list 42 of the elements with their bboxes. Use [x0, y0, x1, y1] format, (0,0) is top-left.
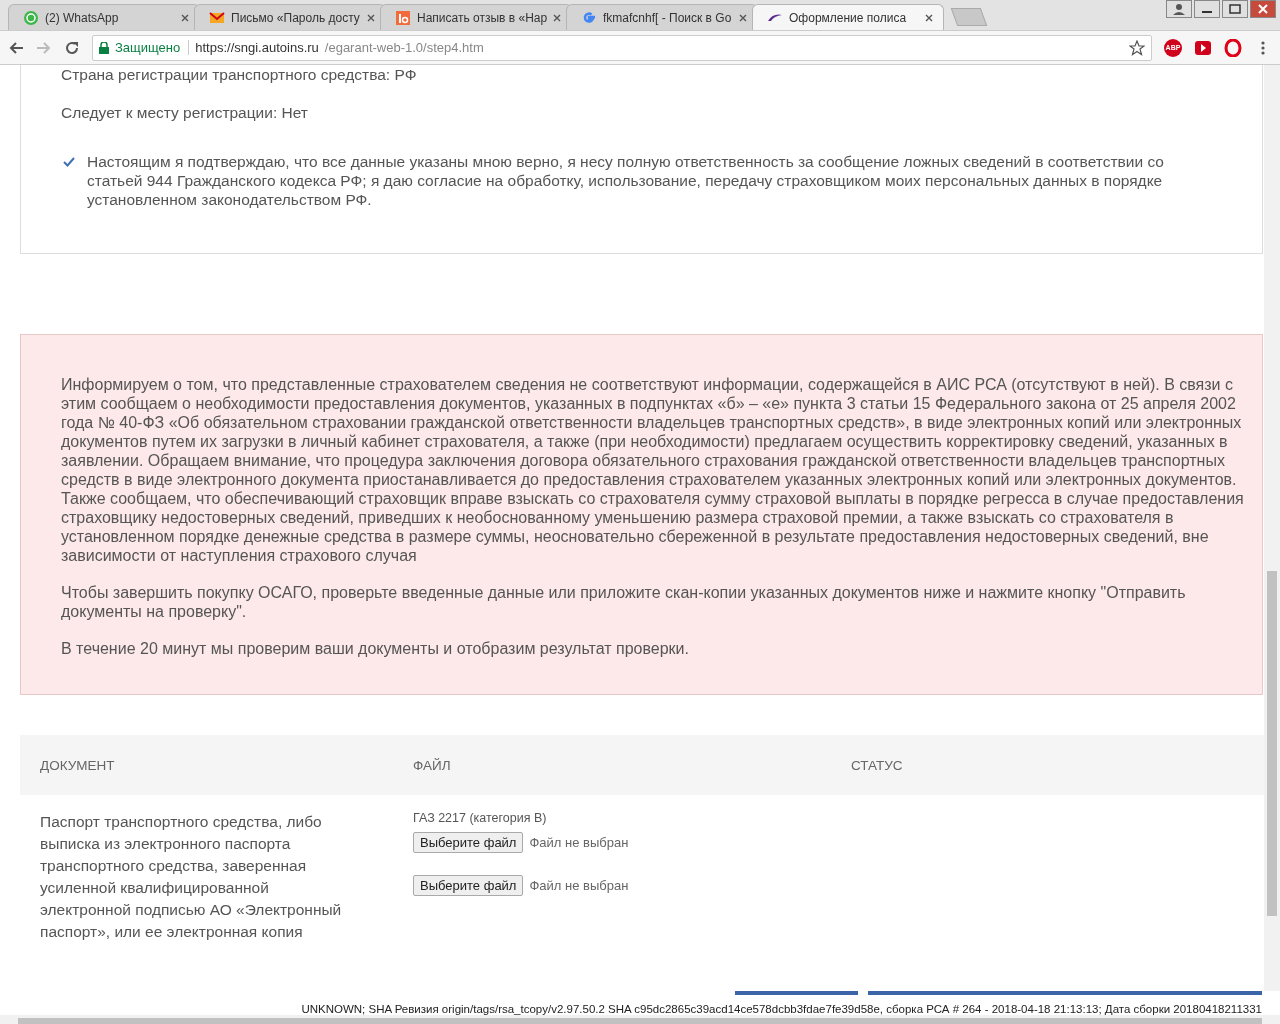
reload-icon[interactable] — [64, 39, 80, 56]
close-icon[interactable] — [181, 13, 189, 22]
close-icon[interactable] — [367, 13, 375, 22]
ring-icon[interactable] — [1224, 38, 1242, 57]
build-info: UNKNOWN; SHA Ревизия origin/tags/rsa_tcopy/v2.97.50.2 SHA c95dc2865c39acd14ce578dcbb3fdae7fe39d58e, сборка РСА # 264 - 2018-04-18 21:13:13; Дата сборки 20180418211331 — [301, 1003, 1262, 1015]
file-status: Файл не выбран — [529, 835, 629, 850]
letter-icon — [395, 9, 411, 26]
column-header: СТАТУС — [850, 757, 904, 773]
choose-file-button[interactable]: Выберите файл — [413, 832, 524, 853]
scroll-thumb[interactable] — [1267, 571, 1277, 916]
user-icon[interactable] — [1166, 0, 1192, 18]
alert-paragraph: Информируем о том, что представленные страхователем сведения не соответствуют информации, содержащейся в АИС РСА (отсутствуют в ней). В связи с этим сообщаем о необходимости предоставления документов, указанных в подпунктах «б» – «е» пункта 3 статьи 15 Федерального закона от 25 апреля 2002 года № 40-ФЗ «Об обязательном страховании гражданской ответственности владельцев транспортных средств», в виде электронных копий или электронных документов путем их загрузки в личный кабинет страхователя, а также (при необходимости) предлагаем осуществить корректировку сведений, указанных в заявлении. Обращаем внимание, что процедура заключения договора обязательного страхования гражданской ответственности владельцев транспортных средств в виде электронного документа приостанавливается до предоставления страхователем указанных электронных копий или электронных документов. Также сообщаем, что обеспечивающий страховщик вправе взыскать со страхователя сумму страховой выплаты в порядке регресса в случае предоставления страховщику недостоверных сведений, приведших к необоснованному уменьшению размера страховой премии, а также взыскать со страхователя в установленном порядке денежные средства в размере суммы, неосновательно сбереженной в результате предоставления недостоверных сведений, вне зависимости от наступления страхового случая — [61, 375, 1245, 565]
document-name: Паспорт транспортного средства, либо выписка из электронного паспорта транспортного средства, заверенная усиленной квалифицированной электронной подписью АО «Электронный паспорт», или ее электронная копия — [39, 812, 343, 942]
close-icon[interactable] — [925, 13, 933, 22]
close-icon[interactable] — [553, 13, 561, 22]
alert-paragraph: Чтобы завершить покупку ОСАГО, проверьте введенные данные или приложите скан-копии указанных документов ниже и нажмите кнопку "Отправить документы на проверку". — [61, 583, 1187, 621]
star-icon[interactable] — [1129, 39, 1145, 56]
minimize-icon[interactable] — [1194, 0, 1220, 18]
close-icon[interactable] — [739, 13, 747, 22]
browser-tab[interactable]: Оформление полиса — [752, 4, 944, 30]
url-path: /egarant-web-1.0/step4.htm — [324, 40, 485, 55]
file-status: Файл не выбран — [529, 878, 629, 893]
summary-line: Следует к месту регистрации: Нет — [61, 103, 309, 122]
address-bar[interactable]: Защищено https://sngi.autoins.ru /egarant-web-1.0/step4.htm — [92, 34, 1152, 61]
envelope-icon — [209, 9, 225, 26]
play-icon[interactable] — [1194, 38, 1212, 57]
vehicle-label: ГАЗ 2217 (категория В) — [413, 811, 548, 825]
vertical-scrollbar[interactable] — [1264, 65, 1280, 991]
consent-text: Настоящим я подтверждаю, что все данные указаны мною верно, я несу полную ответственность за сообщение ложных сведений в соответствии со статьей 944 Гражданского кодекса РФ; я даю согласие на обработку, использование, передачу страховщиком моих персональных данных в порядке установленном законодательством РФ. — [87, 152, 1165, 209]
maximize-icon[interactable] — [1222, 0, 1248, 18]
lock-icon — [99, 41, 109, 54]
back-icon[interactable] — [8, 39, 24, 56]
chat-bubble-icon — [23, 9, 39, 26]
security-label: Защищено — [115, 40, 190, 55]
column-header: ФАЙЛ — [412, 757, 452, 773]
close-icon[interactable] — [1250, 0, 1276, 18]
choose-file-button[interactable]: Выберите файл — [413, 875, 524, 896]
alert-paragraph: В течение 20 минут мы проверим ваши документы и отобразим результат проверки. — [61, 639, 690, 658]
g-logo-icon — [581, 9, 597, 26]
url-host: https://sngi.autoins.ru — [195, 40, 319, 55]
summary-line: Страна регистрации транспортного средства: РФ — [61, 65, 418, 84]
column-header: ДОКУМЕНТ — [39, 757, 116, 773]
